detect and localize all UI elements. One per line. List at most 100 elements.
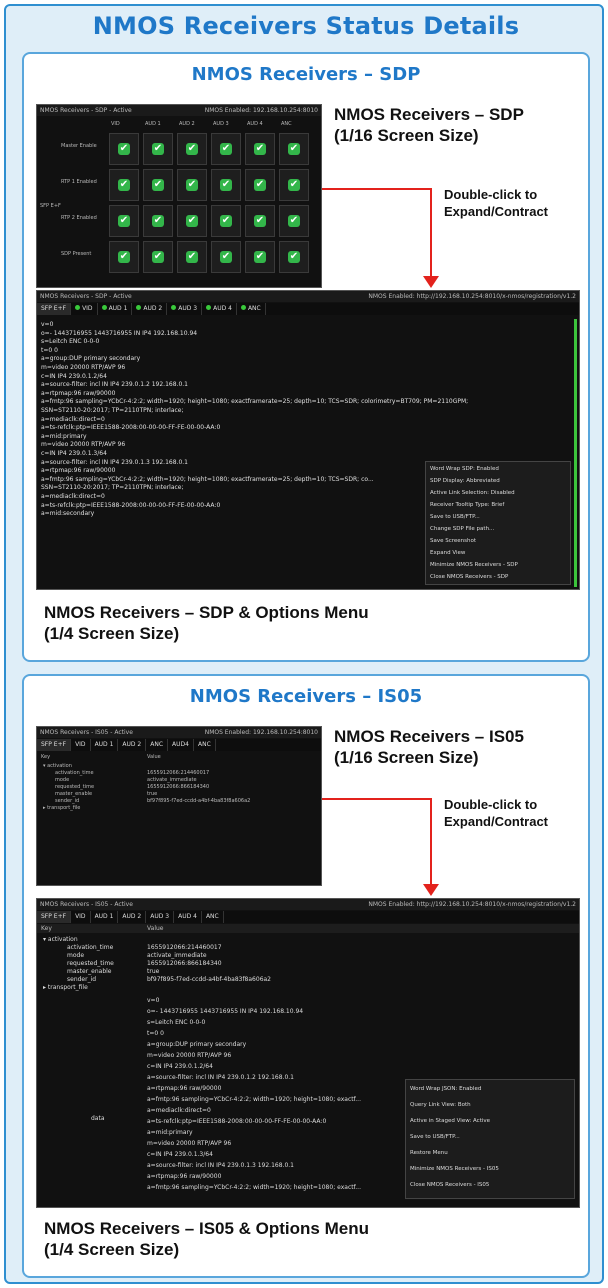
sdp-small-screenshot[interactable]: NMOS Receivers - SDP - Active NMOS Enabl… <box>36 104 322 288</box>
check-icon: ✔ <box>220 143 232 155</box>
tab-sfp-e-f[interactable]: SFP E+F <box>37 911 72 923</box>
scrollbar[interactable] <box>574 319 577 587</box>
tab-aud4[interactable]: AUD4 <box>168 739 194 751</box>
grid-row-label: RTP 2 Enabled <box>61 215 97 221</box>
tree-value: activate_immediate <box>147 952 207 959</box>
check-icon: ✔ <box>118 251 130 263</box>
sdp-small-header-title: NMOS Receivers - SDP - Active <box>40 107 132 114</box>
is05-large-header-title: NMOS Receivers - IS05 - Active <box>40 901 133 908</box>
status-cell: ✔ <box>109 133 139 165</box>
check-icon: ✔ <box>186 143 198 155</box>
tab-label: SFP E+F <box>41 913 67 920</box>
menu-item[interactable]: Minimize NMOS Receivers - IS05 <box>410 1166 499 1172</box>
menu-item[interactable]: Word Wrap SDP: Enabled <box>430 466 499 472</box>
sdp-line: m=video 20000 RTP/AVP 96 <box>41 441 126 449</box>
is05-section-title: NMOS Receivers – IS05 <box>189 686 423 707</box>
menu-item[interactable]: Save to USB/FTP... <box>430 514 480 520</box>
is05-small-screenshot[interactable]: NMOS Receivers - IS05 - Active NMOS Enab… <box>36 726 322 886</box>
arrow-connector-v <box>430 798 432 886</box>
sdp-line: a=mid:primary <box>147 1129 193 1136</box>
is05-large-header: NMOS Receivers - IS05 - Active NMOS Enab… <box>37 899 579 910</box>
menu-item[interactable]: Minimize NMOS Receivers - SDP <box>430 562 518 568</box>
menu-item[interactable]: Receiver Tooltip Type: Brief <box>430 502 504 508</box>
tab-aud-2[interactable]: AUD 2 <box>118 739 147 751</box>
menu-item[interactable]: Close NMOS Receivers - IS05 <box>410 1182 489 1188</box>
sdp-large-header-title: NMOS Receivers - SDP - Active <box>40 293 132 300</box>
sdp-line: a=mid:secondary <box>41 510 95 518</box>
menu-item[interactable]: Word Wrap JSON: Enabled <box>410 1086 481 1092</box>
is05-options-menu: Word Wrap JSON: Enabled Query Link View: … <box>405 1079 575 1199</box>
tab-label: ANC <box>205 913 219 920</box>
is05-dblclick-line2: Expand/Contract <box>444 814 549 829</box>
tab-aud-2[interactable]: AUD 2 <box>132 303 168 315</box>
sdp-line: c=IN IP4 239.0.1.3/64 <box>41 450 107 457</box>
tab-aud-1[interactable]: AUD 1 <box>98 303 133 315</box>
tab-aud-2[interactable]: AUD 2 <box>118 911 147 923</box>
tab-label: AUD 2 <box>143 305 163 312</box>
sdp-large-screenshot[interactable]: NMOS Receivers - SDP - Active NMOS Enabl… <box>36 290 580 590</box>
tab-sfp-e-f[interactable]: SFP E+F <box>37 303 72 315</box>
menu-item[interactable]: Restore Menu <box>410 1150 448 1156</box>
tab-vid[interactable]: VID <box>71 739 91 751</box>
tab-anc[interactable]: ANC <box>202 911 224 923</box>
tree-key: requested_time <box>55 784 95 790</box>
check-icon: ✔ <box>186 215 198 227</box>
sdp-line: t=0 0 <box>41 346 58 354</box>
tab-vid[interactable]: VID <box>71 911 91 923</box>
status-cell: ✔ <box>279 205 309 237</box>
tab-aud-4[interactable]: AUD 4 <box>174 911 202 923</box>
sdp-line: a=mediaclk:direct=0 <box>41 415 105 423</box>
sdp-large-tab-bar: SFP E+F VID AUD 1 AUD 2 AUD 3 AUD 4 ANC <box>37 303 579 315</box>
sdp-small-label: NMOS Receivers – SDP (1/16 Screen Size) <box>334 104 524 146</box>
arrow-down-icon <box>423 884 439 896</box>
tree-value: activate_immediate <box>147 777 197 783</box>
check-icon: ✔ <box>254 179 266 191</box>
tree-key: master_enable <box>55 791 93 797</box>
status-cell: ✔ <box>143 241 173 273</box>
grid-column-header: AUD 1 <box>145 121 161 127</box>
tab-aud-3[interactable]: AUD 3 <box>167 303 203 315</box>
is05-large-screenshot[interactable]: NMOS Receivers - IS05 - Active NMOS Enab… <box>36 898 580 1208</box>
menu-item[interactable]: Save to USB/FTP... <box>410 1134 460 1140</box>
sdp-line: a=mediaclk:direct=0 <box>147 1107 211 1114</box>
tree-value: 1655912066:214460017 <box>147 770 210 776</box>
arrow-connector-h <box>322 188 432 190</box>
tab-vid[interactable]: VID <box>71 303 98 315</box>
tab-aud-1[interactable]: AUD 1 <box>91 739 119 751</box>
tab-aud-1[interactable]: AUD 1 <box>91 911 119 923</box>
menu-item[interactable]: Save Screenshot <box>430 538 476 544</box>
tab-label: AUD 3 <box>178 305 198 312</box>
sdp-dblclick-line1: Double-click to <box>444 187 538 202</box>
tab-anc[interactable]: ANC <box>237 303 266 315</box>
menu-item[interactable]: Active in Staged View: Active <box>410 1118 490 1124</box>
menu-item[interactable]: Close NMOS Receivers - SDP <box>430 574 508 580</box>
check-icon: ✔ <box>118 215 130 227</box>
menu-item[interactable]: SDP Display: Abbreviated <box>430 478 500 484</box>
tab-anc[interactable]: ANC <box>146 739 169 751</box>
tab-aud-4[interactable]: AUD 4 <box>202 303 237 315</box>
tab-aud-3[interactable]: AUD 3 <box>146 911 175 923</box>
menu-item[interactable]: Query Link View: Both <box>410 1102 471 1108</box>
check-icon: ✔ <box>220 215 232 227</box>
is05-column-header: Key Value <box>37 924 579 933</box>
sdp-line: m=video 20000 RTP/AVP 96 <box>41 364 126 371</box>
sdp-line: a=rtpmap:96 raw/90000 <box>41 389 116 397</box>
sdp-options-menu: Word Wrap SDP: Enabled SDP Display: Abbre… <box>425 461 571 585</box>
status-cell: ✔ <box>109 241 139 273</box>
menu-item[interactable]: Expand View <box>430 550 465 556</box>
tree-key: sender_id <box>55 798 80 804</box>
tab-anc[interactable]: ANC <box>194 739 216 751</box>
tab-sfp-e-f[interactable]: SFP E+F <box>37 739 72 751</box>
tab-label: ANC <box>150 741 164 748</box>
sdp-large-label: NMOS Receivers – SDP & Options Menu (1/4… <box>44 602 369 644</box>
sdp-line: v=0 <box>41 321 54 328</box>
menu-item[interactable]: Active Link Selection: Disabled <box>430 490 515 496</box>
sdp-line: s=Leitch ENC 0-0-0 <box>41 338 100 346</box>
menu-item[interactable]: Change SDP File path... <box>430 526 494 532</box>
sdp-large-header-status: NMOS Enabled: http://192.168.10.254:8010… <box>368 293 576 300</box>
sdp-large-label-line2: (1/4 Screen Size) <box>44 624 180 643</box>
tab-label: AUD 3 <box>150 913 170 920</box>
status-cell: ✔ <box>279 241 309 273</box>
is05-data-key: data <box>91 1115 105 1122</box>
is05-col-key: Key <box>41 925 52 932</box>
